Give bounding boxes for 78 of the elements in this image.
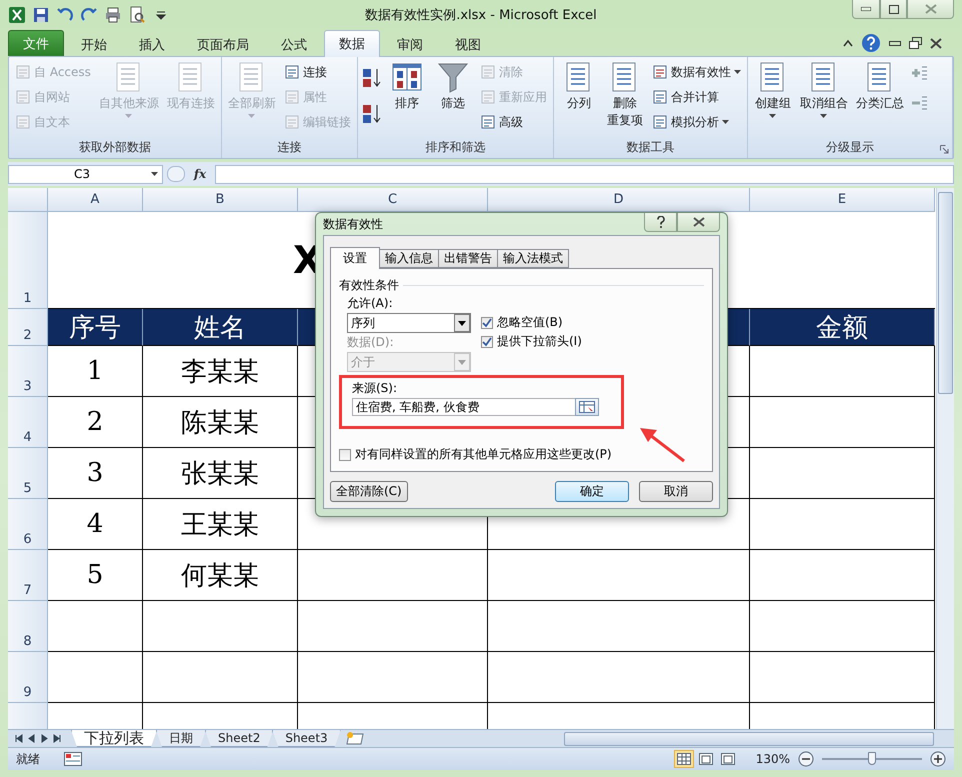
table-cell: 1 bbox=[48, 346, 143, 397]
checkbox-label: 对有同样设置的所有其他单元格应用这些更改(P) bbox=[355, 446, 612, 463]
column-header[interactable]: E bbox=[750, 188, 935, 212]
ribbon-button[interactable]: 分类汇总 bbox=[854, 59, 906, 114]
clear-all-button[interactable]: 全部清除(C) bbox=[330, 481, 408, 502]
ribbon-button[interactable]: 高级 bbox=[478, 111, 549, 133]
zoom-level: 130% bbox=[756, 752, 790, 766]
field-label: 来源(S): bbox=[352, 381, 398, 396]
ribbon-tab[interactable]: 视图 bbox=[440, 32, 496, 56]
group-label: 数据工具 bbox=[626, 139, 674, 156]
section-label: 有效性条件 bbox=[339, 277, 399, 294]
table-cell: 张某某 bbox=[143, 448, 298, 499]
table-cell: 3 bbox=[48, 448, 143, 499]
column-header[interactable]: D bbox=[488, 188, 750, 212]
table-cell: 王某某 bbox=[143, 499, 298, 550]
ribbon-button[interactable]: 取消组合 bbox=[798, 59, 850, 120]
sheet-tab[interactable]: 日期 bbox=[156, 730, 206, 747]
cancel-button[interactable]: 取消 bbox=[639, 481, 713, 502]
dialog-title: 数据有效性 bbox=[323, 216, 383, 232]
row-header[interactable]: 1 bbox=[8, 212, 48, 309]
allow-dropdown[interactable]: 序列 bbox=[347, 313, 471, 333]
dialog-tab[interactable]: 出错警告 bbox=[438, 249, 498, 268]
checkbox-label: 忽略空值(B) bbox=[497, 314, 563, 331]
source-field[interactable]: 住宿费, 车船费, 伙食费 bbox=[352, 398, 575, 416]
field-label: 允许(A): bbox=[347, 296, 394, 311]
sheet-tab[interactable]: 下拉列表 bbox=[71, 730, 157, 747]
insert-function-button[interactable]: fx bbox=[189, 167, 211, 181]
ok-button[interactable]: 确定 bbox=[555, 481, 629, 502]
table-cell: 4 bbox=[48, 499, 143, 550]
row-header[interactable]: 5 bbox=[8, 448, 48, 499]
ribbon-button[interactable]: 数据有效性 bbox=[650, 61, 743, 83]
row-header[interactable]: 3 bbox=[8, 346, 48, 397]
row-header[interactable]: 9 bbox=[8, 652, 48, 703]
header-cell: 姓名 bbox=[143, 309, 298, 346]
column-header[interactable]: C bbox=[298, 188, 488, 212]
row-header[interactable]: 8 bbox=[8, 601, 48, 652]
table-cell: 5 bbox=[48, 550, 143, 601]
header-cell: 序号 bbox=[48, 309, 143, 346]
dialog-tab[interactable]: 输入信息 bbox=[379, 249, 439, 268]
group-label: 排序和筛选 bbox=[425, 139, 486, 156]
table-cell: 李某某 bbox=[143, 346, 298, 397]
ribbon-button[interactable]: 删除 重复项 bbox=[604, 59, 646, 131]
sheet-tab[interactable]: Sheet2 bbox=[205, 730, 274, 747]
row-header[interactable]: 6 bbox=[8, 499, 48, 550]
sheet-tab[interactable]: Sheet3 bbox=[272, 730, 341, 747]
dialog-tab[interactable]: 设置 bbox=[330, 247, 380, 269]
row-header[interactable]: 7 bbox=[8, 550, 48, 601]
row-header[interactable]: 2 bbox=[8, 309, 48, 346]
column-header[interactable]: A bbox=[48, 188, 143, 212]
ribbon-tab[interactable]: 数据 bbox=[324, 30, 380, 57]
status-text: 就绪 bbox=[16, 750, 41, 768]
file-tab[interactable]: 文件 bbox=[8, 30, 64, 56]
ribbon-button[interactable]: 合并计算 bbox=[650, 86, 743, 108]
row-header[interactable]: 4 bbox=[8, 397, 48, 448]
dialog-tab[interactable]: 输入法模式 bbox=[497, 249, 569, 268]
group-label: 连接 bbox=[277, 139, 302, 156]
ribbon-button[interactable]: 筛选 bbox=[432, 59, 474, 114]
ribbon-button[interactable]: 模拟分析 bbox=[650, 111, 743, 133]
checkbox-label: 提供下拉箭头(I) bbox=[497, 333, 582, 350]
ribbon-button[interactable]: 分列 bbox=[558, 59, 600, 114]
table-cell: 2 bbox=[48, 397, 143, 448]
field-label: 数据(D): bbox=[347, 335, 395, 350]
ribbon-tab[interactable]: 插入 bbox=[124, 32, 180, 56]
table-cell: 陈某某 bbox=[143, 397, 298, 448]
ribbon-tab[interactable]: 开始 bbox=[66, 32, 122, 56]
window-title: 数据有效性实例.xlsx - Microsoft Excel bbox=[365, 7, 597, 24]
name-box[interactable]: C3 bbox=[8, 164, 163, 184]
group-label: 获取外部数据 bbox=[78, 139, 151, 156]
header-cell: 金额 bbox=[750, 309, 935, 346]
ribbon-tab[interactable]: 审阅 bbox=[382, 32, 438, 56]
ribbon-button[interactable]: 创建组 bbox=[752, 59, 794, 120]
table-cell: 何某某 bbox=[143, 550, 298, 601]
group-label: 分级显示 bbox=[826, 139, 874, 156]
ribbon-tab[interactable]: 公式 bbox=[266, 32, 322, 56]
ribbon-button[interactable]: 排序 bbox=[386, 59, 428, 114]
ribbon-tab[interactable]: 页面布局 bbox=[182, 32, 264, 56]
ribbon-button[interactable]: 连接 bbox=[282, 61, 353, 83]
column-header[interactable]: B bbox=[143, 188, 298, 212]
